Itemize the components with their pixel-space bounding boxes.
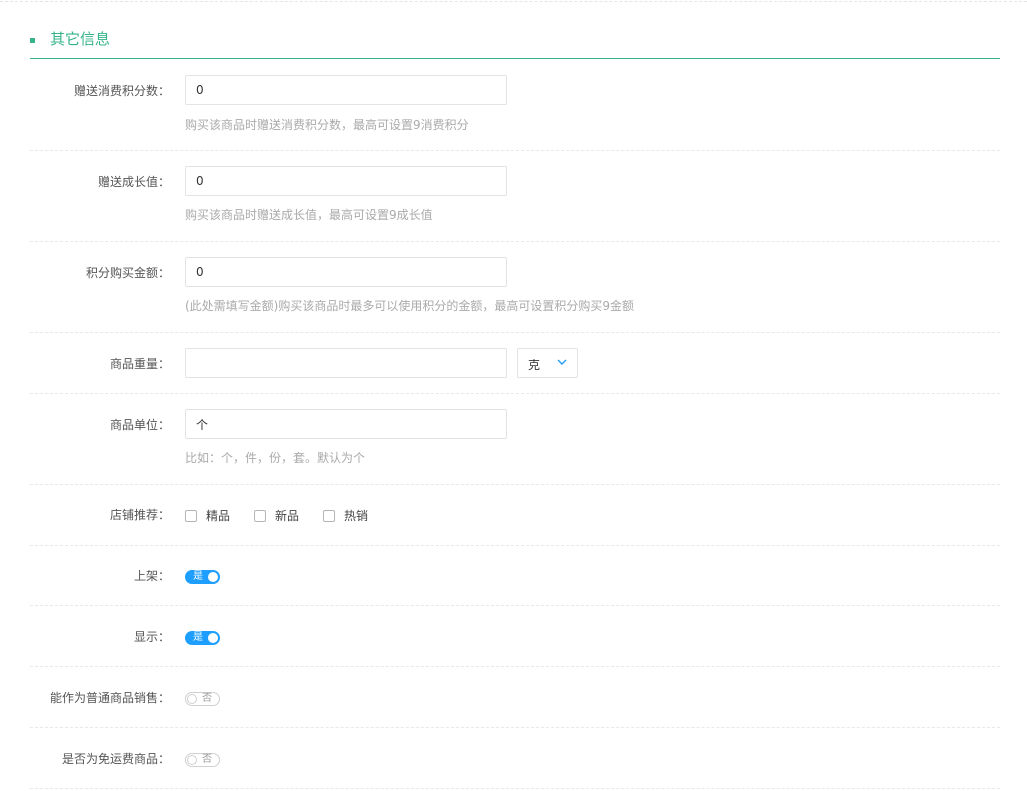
free-shipping-switch[interactable]: 否: [185, 753, 220, 767]
row-free-shipping: 是否为免运费商品： 否: [30, 727, 1000, 789]
weight-unit-value: 克: [528, 358, 541, 372]
points-gift-label: 赠送消费积分数：: [73, 84, 170, 98]
recommend-options: 精品 新品 热销: [185, 507, 392, 524]
recommend-option-jingpin[interactable]: 精品: [185, 507, 230, 524]
switch-knob: [208, 572, 218, 582]
switch-knob: [187, 755, 197, 765]
growth-gift-field: [185, 166, 507, 196]
checkbox-icon: [254, 509, 267, 522]
points-gift-input[interactable]: [185, 75, 507, 105]
chevron-down-icon: [557, 359, 567, 365]
row-display: 显示： 是: [30, 605, 1000, 667]
weight-field: [185, 348, 507, 378]
display-switch[interactable]: 是: [185, 631, 220, 645]
free-shipping-switch-text: 否: [202, 754, 212, 765]
on-shelf-label: 上架：: [133, 569, 170, 583]
row-weight: 商品重量： 克: [30, 332, 1000, 394]
points-gift-field: [185, 75, 507, 105]
recommend-option-xinpin[interactable]: 新品: [254, 507, 299, 524]
recommend-option-label: 精品: [206, 509, 231, 523]
unit-field: [185, 409, 507, 439]
on-shelf-switch-text: 是: [193, 571, 203, 582]
weight-input[interactable]: [185, 348, 507, 378]
normal-sale-label: 能作为普通商品销售：: [49, 691, 170, 705]
top-divider: [0, 1, 1027, 2]
points-gift-hint: 购买该商品时赠送消费积分数，最高可设置9消费积分: [185, 118, 469, 132]
row-recommend: 店铺推荐： 精品 新品 热销: [30, 484, 1000, 546]
section-title: 其它信息: [50, 30, 111, 48]
normal-sale-switch[interactable]: 否: [185, 692, 220, 706]
growth-gift-hint: 购买该商品时赠送成长值，最高可设置9成长值: [185, 208, 433, 222]
display-label: 显示：: [133, 630, 170, 644]
checkbox-icon: [185, 509, 197, 522]
unit-label: 商品单位：: [109, 418, 170, 432]
switch-knob: [208, 633, 218, 643]
display-switch-text: 是: [193, 632, 203, 643]
row-points-gift: 赠送消费积分数： 购买该商品时赠送消费积分数，最高可设置9消费积分: [30, 59, 1000, 151]
recommend-option-rexiao[interactable]: 热销: [323, 507, 368, 524]
row-on-shelf: 上架： 是: [30, 545, 1000, 606]
row-points-purchase: 积分购买金额： (此处需填写金额)购买该商品时最多可以使用积分的金额，最高可设置…: [30, 241, 1000, 333]
points-purchase-hint: (此处需填写金额)购买该商品时最多可以使用积分的金额，最高可设置积分购买9金额: [185, 299, 635, 313]
switch-knob: [187, 694, 197, 704]
unit-input[interactable]: [185, 409, 507, 439]
on-shelf-switch[interactable]: 是: [185, 570, 220, 584]
normal-sale-switch-text: 否: [202, 693, 212, 704]
points-purchase-field: [185, 257, 507, 287]
unit-hint: 比如：个，件，份，套。默认为个: [185, 451, 366, 465]
points-purchase-label: 积分购买金额：: [85, 266, 170, 280]
free-shipping-label: 是否为免运费商品：: [61, 752, 170, 766]
row-normal-sale: 能作为普通商品销售： 否: [30, 666, 1000, 728]
recommend-option-label: 热销: [344, 509, 369, 523]
recommend-option-label: 新品: [275, 509, 300, 523]
growth-gift-label: 赠送成长值：: [97, 175, 170, 189]
recommend-label: 店铺推荐：: [109, 508, 170, 522]
section-bullet-icon: [30, 38, 35, 43]
row-unit: 商品单位： 比如：个，件，份，套。默认为个: [30, 393, 1000, 485]
row-growth-gift: 赠送成长值： 购买该商品时赠送成长值，最高可设置9成长值: [30, 150, 1000, 242]
weight-label: 商品重量：: [109, 357, 170, 371]
section-header: 其它信息: [30, 22, 1000, 59]
growth-gift-input[interactable]: [185, 166, 507, 196]
points-purchase-input[interactable]: [185, 257, 507, 287]
checkbox-icon: [323, 509, 336, 522]
weight-unit-select[interactable]: 克: [517, 348, 578, 378]
